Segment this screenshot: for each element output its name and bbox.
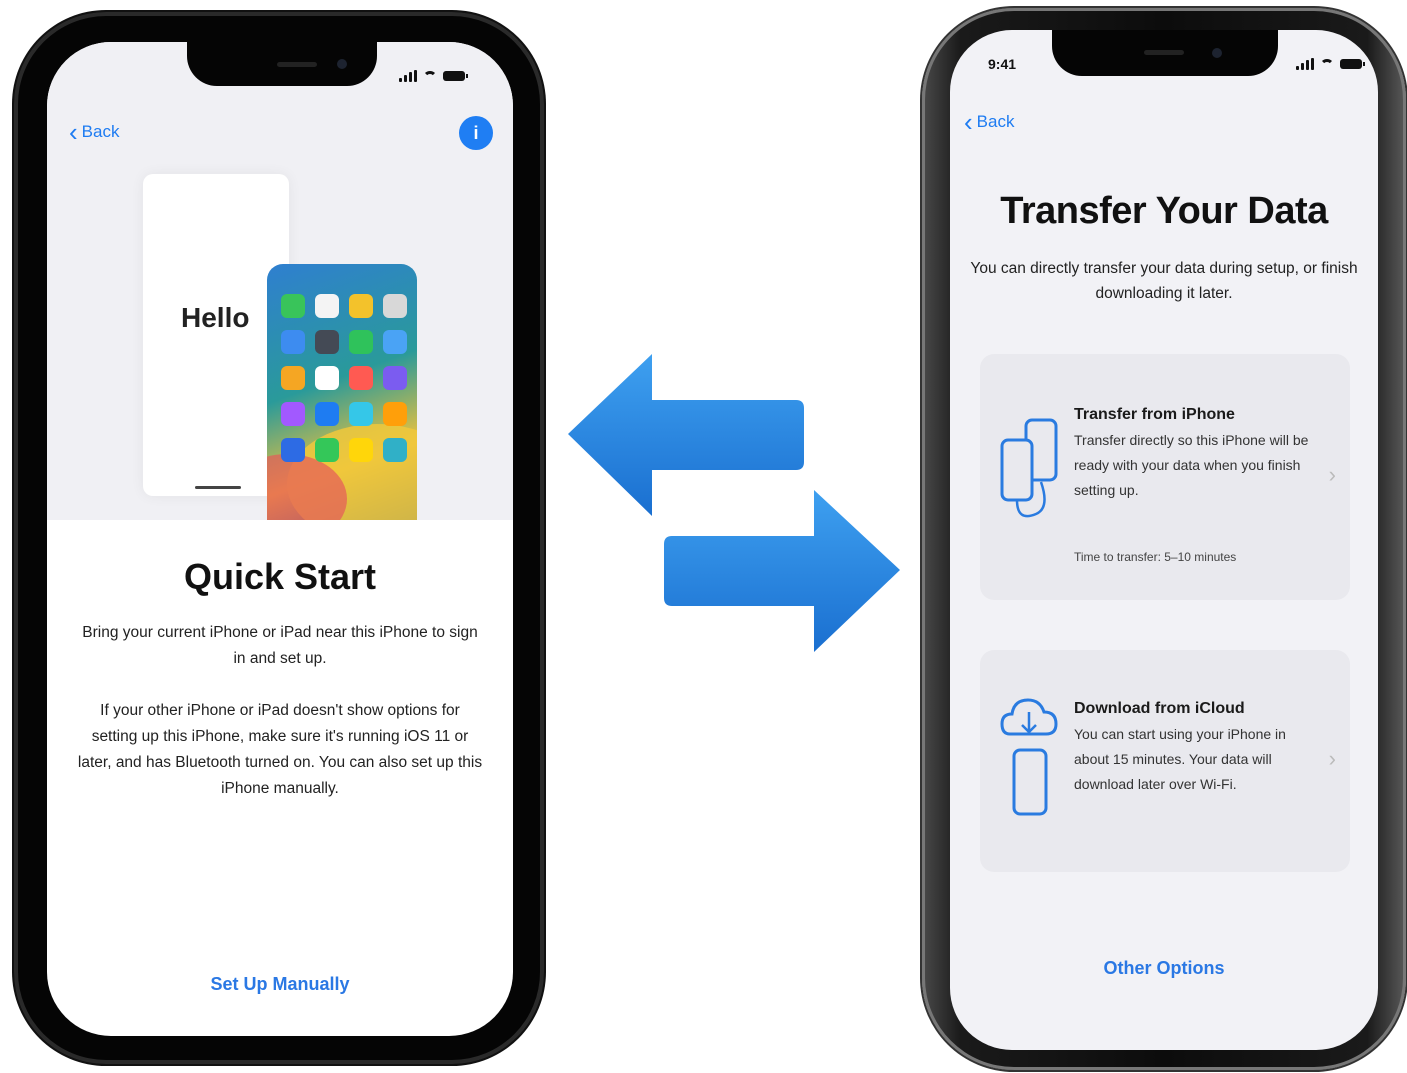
transfer-arrows-icon	[568, 354, 900, 652]
right-phone: 9:41 ‹ Back Transfer Your Data You can d…	[922, 8, 1406, 1070]
app-icon	[383, 366, 407, 390]
chevron-left-icon: ‹	[69, 117, 78, 147]
page-title: Transfer Your Data	[1000, 190, 1328, 232]
other-options-button[interactable]: Other Options	[950, 958, 1378, 979]
status-bar-icons	[399, 66, 468, 86]
signal-icon	[399, 70, 417, 82]
new-iphone-illustration	[267, 264, 417, 520]
app-icon	[383, 438, 407, 462]
signal-icon	[1296, 58, 1314, 70]
set-up-manually-button[interactable]: Set Up Manually	[47, 974, 513, 995]
option-title: Transfer from iPhone	[1074, 406, 1235, 423]
app-icon	[383, 402, 407, 426]
back-button[interactable]: ‹ Back	[964, 107, 1015, 137]
arrow-right-icon	[664, 490, 900, 652]
app-icon	[281, 294, 305, 318]
chevron-right-icon: ›	[1328, 746, 1336, 771]
chevron-right-icon: ›	[1328, 462, 1336, 487]
app-icon	[281, 438, 305, 462]
app-icon	[281, 402, 305, 426]
app-icon	[315, 330, 339, 354]
left-phone: Hello ‹ Back i Quick Start Bring your cu…	[14, 12, 544, 1064]
battery-icon	[443, 71, 468, 81]
icloud-download-icon	[1000, 698, 1058, 816]
app-icon	[315, 294, 339, 318]
back-button[interactable]: ‹ Back	[69, 117, 120, 147]
back-label: Back	[976, 112, 1015, 131]
app-icon	[383, 294, 407, 318]
notch	[1052, 30, 1278, 76]
option-description: You can start using your iPhone in about…	[1074, 726, 1286, 792]
camera	[1212, 48, 1222, 58]
app-icon	[281, 366, 305, 390]
app-icon	[281, 330, 305, 354]
arrow-left-icon	[568, 354, 804, 516]
battery-icon	[1340, 59, 1365, 69]
notch	[187, 42, 377, 86]
app-icon	[383, 330, 407, 354]
app-icon	[349, 438, 373, 462]
home-indicator	[195, 486, 241, 489]
app-icon-grid	[281, 294, 407, 462]
wifi-icon	[423, 71, 437, 81]
quick-start-screen: Hello ‹ Back i Quick Start Bring your cu…	[47, 42, 513, 1036]
app-icon	[315, 438, 339, 462]
chevron-left-icon: ‹	[964, 107, 973, 137]
transfer-data-screen: 9:41 ‹ Back Transfer Your Data You can d…	[950, 30, 1378, 1050]
app-icon	[349, 294, 373, 318]
speaker	[277, 62, 317, 67]
help-text: If your other iPhone or iPad doesn't sho…	[77, 702, 483, 797]
hero-illustration: Hello	[47, 42, 513, 520]
app-icon	[315, 366, 339, 390]
instruction-text: Bring your current iPhone or iPad near t…	[82, 624, 478, 667]
speaker	[1144, 50, 1184, 55]
option-title: Download from iCloud	[1074, 700, 1245, 717]
page-title: Quick Start	[183, 556, 377, 597]
iphone-transfer-icon	[1000, 418, 1058, 518]
app-icon	[315, 402, 339, 426]
camera	[337, 59, 347, 69]
hello-text: Hello	[181, 302, 250, 333]
status-bar-icons	[1296, 54, 1365, 74]
option-time-estimate: Time to transfer: 5–10 minutes	[1074, 550, 1237, 564]
app-icon	[349, 402, 373, 426]
transfer-from-iphone-option[interactable]: Transfer from iPhone Transfer directly s…	[980, 354, 1350, 600]
option-description: Transfer directly so this iPhone will be…	[1074, 432, 1309, 498]
page-subtitle: You can directly transfer your data duri…	[970, 260, 1358, 302]
back-label: Back	[81, 122, 120, 141]
info-button[interactable]: i	[459, 116, 493, 150]
app-icon	[349, 366, 373, 390]
app-icon	[349, 330, 373, 354]
download-from-icloud-option[interactable]: Download from iCloud You can start using…	[980, 650, 1350, 872]
status-time: 9:41	[988, 56, 1017, 72]
wifi-icon	[1320, 59, 1334, 69]
